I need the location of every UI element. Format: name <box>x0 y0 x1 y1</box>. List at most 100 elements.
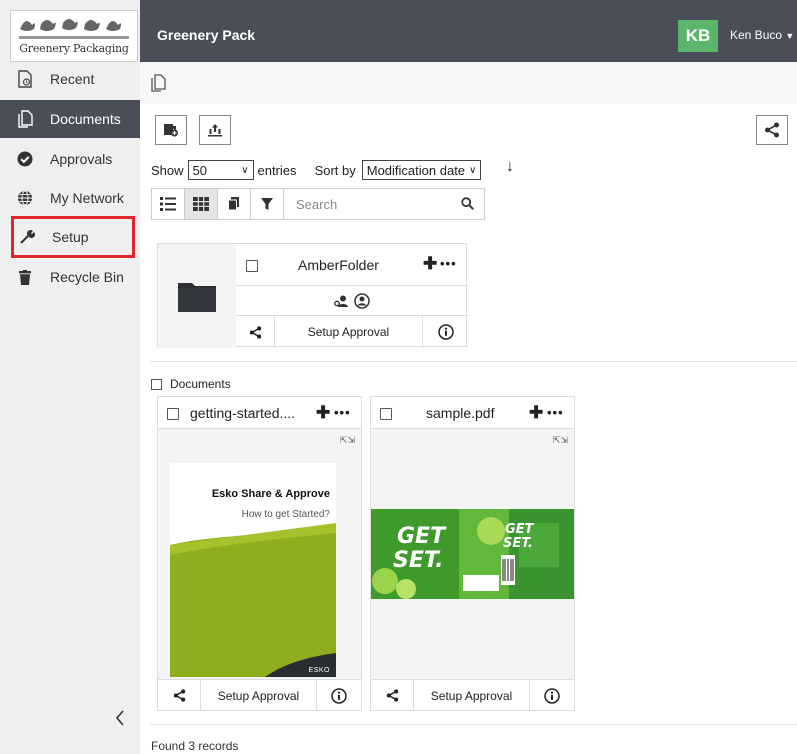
document-info-button[interactable] <box>316 680 361 711</box>
document-setup-approval-button[interactable]: Setup Approval <box>200 680 316 711</box>
sort-direction-arrow-icon[interactable]: ↓ <box>506 158 514 176</box>
folder-status-row <box>236 286 468 316</box>
approvals-check-icon <box>14 150 36 168</box>
sidebar-item-approvals[interactable]: Approvals <box>0 140 140 178</box>
divider <box>150 724 797 725</box>
wrench-icon <box>16 228 38 246</box>
thumb-graphic <box>170 523 336 677</box>
document-name[interactable]: getting-started.... <box>190 405 295 421</box>
list-view-button[interactable] <box>152 189 185 219</box>
logo-text: Greenery Packaging <box>19 42 129 55</box>
share-icon <box>386 689 398 702</box>
folder-info-button[interactable] <box>422 316 468 348</box>
search-icon <box>461 197 474 210</box>
upload-icon <box>208 124 222 137</box>
user-key-icon <box>334 295 348 307</box>
user-avatar[interactable]: KB <box>678 20 718 52</box>
more-options-icon[interactable]: ••• <box>334 405 351 420</box>
breadcrumb <box>140 62 797 104</box>
new-folder-icon <box>164 124 179 137</box>
document-share-button[interactable] <box>158 680 200 711</box>
user-circle-icon <box>354 292 370 309</box>
folder-share-button[interactable] <box>236 316 274 348</box>
folder-thumbnail[interactable] <box>158 244 236 348</box>
expand-icon[interactable]: ⇱⇲ <box>340 435 355 446</box>
document-preview[interactable]: ⇱⇲ Esko Share & Approve How to get Start… <box>158 429 361 679</box>
document-setup-approval-button[interactable]: Setup Approval <box>413 680 529 711</box>
trees-logo-icon <box>19 19 129 39</box>
sidebar-item-documents[interactable]: Documents <box>0 100 140 138</box>
more-options-icon[interactable]: ••• <box>440 256 457 271</box>
documents-section-label: Documents <box>170 377 231 391</box>
folder-name[interactable]: AmberFolder <box>298 257 379 273</box>
thumb-text-set-small: SET. <box>503 536 533 551</box>
info-icon <box>437 324 454 340</box>
filter-button[interactable] <box>251 189 284 219</box>
new-folder-button[interactable] <box>155 115 187 145</box>
sidebar-item-recent[interactable]: Recent <box>0 60 140 98</box>
document-actions: Setup Approval <box>371 679 574 711</box>
copy-pages-icon <box>228 197 239 211</box>
show-label: Show <box>151 162 184 178</box>
more-options-icon[interactable]: ••• <box>547 405 564 420</box>
document-thumbnail: GET SET. GET SET. <box>371 509 574 599</box>
entries-label: entries <box>257 162 297 178</box>
plus-icon[interactable]: ✚ <box>529 404 543 421</box>
documents-breadcrumb-icon[interactable] <box>150 74 166 95</box>
share-button[interactable] <box>756 115 788 145</box>
brand-logo[interactable]: Greenery Packaging <box>10 10 138 62</box>
document-card[interactable]: sample.pdf ✚ ••• ⇱⇲ GET SET. GET SET. Se… <box>370 396 575 711</box>
folder-card[interactable]: AmberFolder ✚ ••• Setup Approval <box>157 243 468 348</box>
documents-icon <box>14 110 36 128</box>
sort-value: Modification date <box>366 162 466 178</box>
sidebar-item-label: Documents <box>50 111 121 127</box>
plus-icon[interactable]: ✚ <box>423 255 437 272</box>
collapse-sidebar-button[interactable] <box>108 706 132 730</box>
thumb-brand: ESKO <box>308 667 330 674</box>
chevron-left-icon <box>115 710 124 726</box>
document-actions: Setup Approval <box>158 679 361 711</box>
sort-select[interactable]: Modification date ∨ <box>361 160 482 180</box>
document-thumbnail: Esko Share & Approve How to get Started?… <box>170 463 336 677</box>
sidebar-item-label: Setup <box>52 229 89 245</box>
document-info-button[interactable] <box>529 680 574 711</box>
folder-icon <box>178 283 216 312</box>
filter-icon <box>261 197 273 210</box>
folder-select-checkbox[interactable] <box>246 260 258 272</box>
folder-setup-approval-button[interactable]: Setup Approval <box>274 316 422 348</box>
info-icon <box>544 687 560 704</box>
search-input[interactable]: Search <box>284 189 484 219</box>
upload-button[interactable] <box>199 115 231 145</box>
document-name[interactable]: sample.pdf <box>426 405 494 421</box>
caret-down-icon: ▼ <box>785 31 795 41</box>
documents-select-all-checkbox[interactable] <box>151 378 162 390</box>
expand-icon[interactable]: ⇱⇲ <box>553 435 568 446</box>
top-header: Greenery Pack KB Ken Buco ▼ <box>140 0 797 62</box>
document-select-checkbox[interactable] <box>380 408 392 420</box>
view-toolbar: Search <box>151 188 485 220</box>
plus-icon[interactable]: ✚ <box>316 404 330 421</box>
grid-view-icon <box>193 197 209 211</box>
document-card-header: getting-started.... ✚ ••• <box>158 397 361 429</box>
sidebar-item-recycle-bin[interactable]: Recycle Bin <box>0 258 140 296</box>
divider <box>150 361 797 362</box>
list-view-icon <box>160 197 176 211</box>
entries-select[interactable]: 50 ∨ <box>187 160 254 180</box>
entries-value: 50 <box>192 162 207 178</box>
globe-icon <box>14 189 36 207</box>
document-share-button[interactable] <box>371 680 413 711</box>
sidebar-item-setup[interactable]: Setup <box>11 216 135 258</box>
user-menu[interactable]: Ken Buco ▼ <box>730 28 794 42</box>
share-icon <box>173 689 185 702</box>
page-view-button[interactable] <box>218 189 251 219</box>
grid-view-button[interactable] <box>185 189 218 219</box>
document-select-checkbox[interactable] <box>167 408 179 420</box>
chevron-down-icon: ∨ <box>241 164 249 176</box>
search-placeholder: Search <box>296 196 338 212</box>
sidebar-item-label: Approvals <box>50 151 113 167</box>
document-card[interactable]: getting-started.... ✚ ••• ⇱⇲ Esko Share … <box>157 396 362 711</box>
sidebar-item-my-network[interactable]: My Network <box>0 179 140 217</box>
recent-icon <box>14 70 36 88</box>
sidebar-item-label: Recycle Bin <box>50 269 124 285</box>
document-preview[interactable]: ⇱⇲ GET SET. GET SET. <box>371 429 574 679</box>
